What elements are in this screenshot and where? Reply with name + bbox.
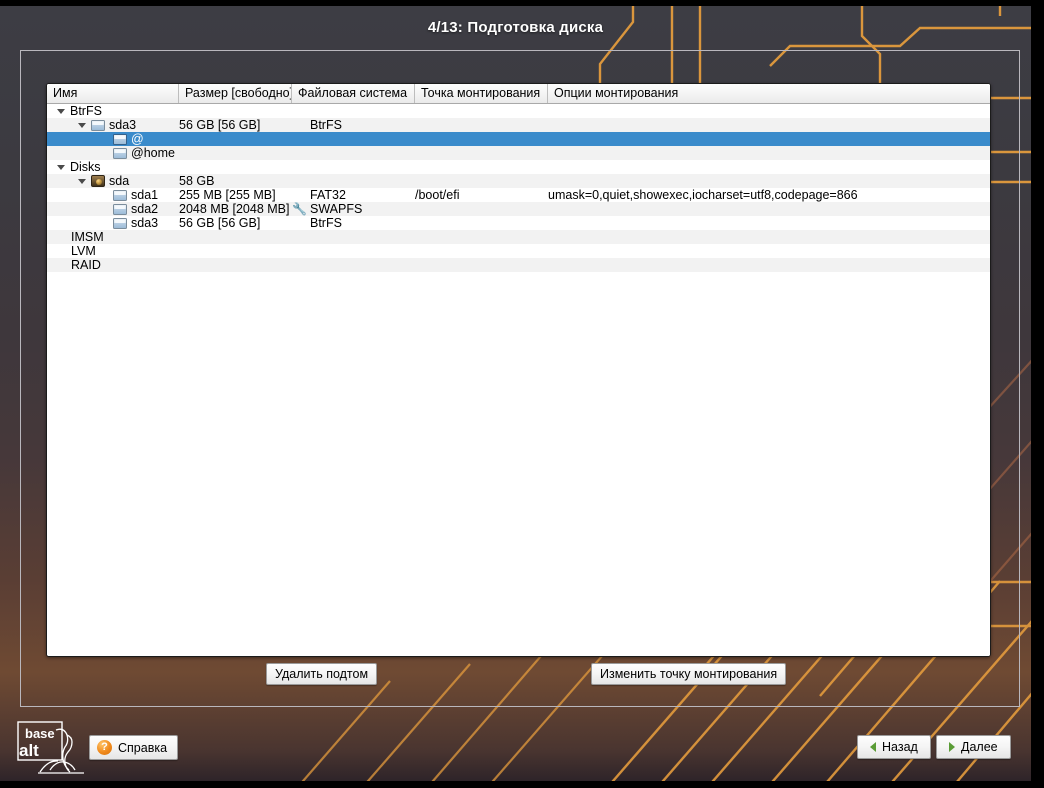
chevron-down-icon[interactable]	[57, 108, 65, 114]
filesystem-spacer	[292, 217, 307, 229]
cell-filesystem: 🔧 SWAPFS	[292, 202, 415, 216]
cell-name: BtrFS	[47, 104, 179, 118]
cell-size: 56 GB [56 GB]	[179, 216, 261, 230]
row-name-label: IMSM	[71, 230, 104, 244]
table-row[interactable]: sda3 56 GB [56 GB] BtrFS	[47, 118, 990, 132]
table-row[interactable]: RAID	[47, 258, 990, 272]
column-header-name[interactable]: Имя	[47, 84, 179, 103]
title-bar: 4/13: Подготовка диска	[0, 6, 1031, 48]
hard-disk-icon	[91, 175, 105, 187]
row-name-label: sda2	[131, 202, 159, 216]
svg-text:alt: alt	[19, 741, 39, 760]
cell-filesystem: FAT32	[292, 188, 415, 202]
table-row[interactable]: IMSM	[47, 230, 990, 244]
cell-name: sda2	[47, 202, 179, 216]
row-name-label: BtrFS	[70, 104, 102, 118]
cell-mountoptions: umask=0,quiet,showexec,iocharset=utf8,co…	[548, 188, 858, 202]
row-name-label: sda	[109, 174, 130, 188]
filesystem-label: BtrFS	[310, 216, 342, 230]
chevron-down-icon[interactable]	[78, 122, 86, 128]
column-header-filesystem[interactable]: Файловая система	[292, 84, 415, 103]
chevron-left-icon	[870, 742, 876, 752]
back-button-label: Назад	[882, 740, 918, 754]
cell-mountpoint: /boot/efi	[415, 188, 460, 202]
next-button[interactable]: Далее	[936, 735, 1011, 759]
cell-filesystem: BtrFS	[292, 118, 415, 132]
cell-size: 58 GB	[179, 174, 215, 188]
cell-name: RAID	[47, 258, 179, 272]
cell-name: @	[47, 132, 179, 146]
column-header-mountpoint[interactable]: Точка монтирования	[415, 84, 548, 103]
next-button-label: Далее	[961, 740, 998, 754]
row-name-label: sda3	[109, 118, 137, 132]
installer-window: 4/13: Подготовка диска Имя Размер [свобо…	[0, 6, 1031, 781]
partition-tree-body: BtrFS sda3 56 GB [56 GB] BtrFS @ @home Disks sd…	[47, 104, 990, 656]
partition-icon	[91, 119, 105, 131]
table-row[interactable]: BtrFS	[47, 104, 990, 118]
cell-size: 2048 MB [2048 MB]	[179, 202, 290, 216]
cell-size: 255 MB [255 MB]	[179, 188, 276, 202]
partition-tree-panel: Имя Размер [свободно] Файловая система Т…	[46, 83, 991, 657]
filesystem-label: FAT32	[310, 188, 346, 202]
partition-icon	[113, 147, 127, 159]
table-row[interactable]: Disks	[47, 160, 990, 174]
cell-name: sda3	[47, 118, 179, 132]
row-name-label: Disks	[70, 160, 101, 174]
table-row[interactable]: @	[47, 132, 990, 146]
help-icon: ?	[97, 740, 112, 755]
filesystem-label: BtrFS	[310, 118, 342, 132]
row-name-label: @home	[131, 146, 175, 160]
filesystem-label: SWAPFS	[310, 202, 363, 216]
row-name-label: @	[131, 132, 144, 146]
table-row[interactable]: sda2 2048 MB [2048 MB] 🔧 SWAPFS	[47, 202, 990, 216]
cell-name: @home	[47, 146, 179, 160]
table-row[interactable]: @home	[47, 146, 990, 160]
cell-name: Disks	[47, 160, 179, 174]
back-button[interactable]: Назад	[857, 735, 931, 759]
table-header-row: Имя Размер [свободно] Файловая система Т…	[47, 84, 990, 104]
partition-icon	[113, 133, 127, 145]
cell-name: sda	[47, 174, 179, 188]
cell-filesystem: BtrFS	[292, 216, 415, 230]
partition-icon	[113, 203, 127, 215]
wrench-icon: 🔧	[292, 202, 307, 216]
help-button[interactable]: ? Справка	[89, 735, 179, 760]
table-row[interactable]: sda3 56 GB [56 GB] BtrFS	[47, 216, 990, 230]
svg-text:base: base	[25, 726, 55, 741]
filesystem-spacer	[292, 119, 307, 131]
column-header-size[interactable]: Размер [свободно]	[179, 84, 292, 103]
table-row[interactable]: sda1 255 MB [255 MB] FAT32/boot/efi umask=0…	[47, 188, 990, 202]
column-header-mountoptions[interactable]: Опции монтирования	[548, 84, 990, 103]
change-mount-point-button[interactable]: Изменить точку монтирования	[591, 663, 787, 685]
row-name-label: LVM	[71, 244, 96, 258]
table-row[interactable]: LVM	[47, 244, 990, 258]
row-name-label: sda3	[131, 216, 159, 230]
partition-icon	[113, 217, 127, 229]
partition-icon	[113, 189, 127, 201]
help-button-label: Справка	[118, 740, 168, 755]
row-name-label: sda1	[131, 188, 159, 202]
basealt-logo: base alt	[17, 721, 84, 774]
row-name-label: RAID	[71, 258, 101, 272]
cell-name: LVM	[47, 244, 179, 258]
cell-name: sda3	[47, 216, 179, 230]
cell-size: 56 GB [56 GB]	[179, 118, 261, 132]
filesystem-spacer	[292, 189, 307, 201]
page-title: 4/13: Подготовка диска	[427, 18, 604, 36]
cell-name: sda1	[47, 188, 179, 202]
chevron-right-icon	[949, 742, 955, 752]
delete-subvolume-button[interactable]: Удалить подтом	[266, 663, 378, 685]
cell-name: IMSM	[47, 230, 179, 244]
chevron-down-icon[interactable]	[78, 178, 86, 184]
chevron-down-icon[interactable]	[57, 164, 65, 170]
table-row[interactable]: sda 58 GB	[47, 174, 990, 188]
